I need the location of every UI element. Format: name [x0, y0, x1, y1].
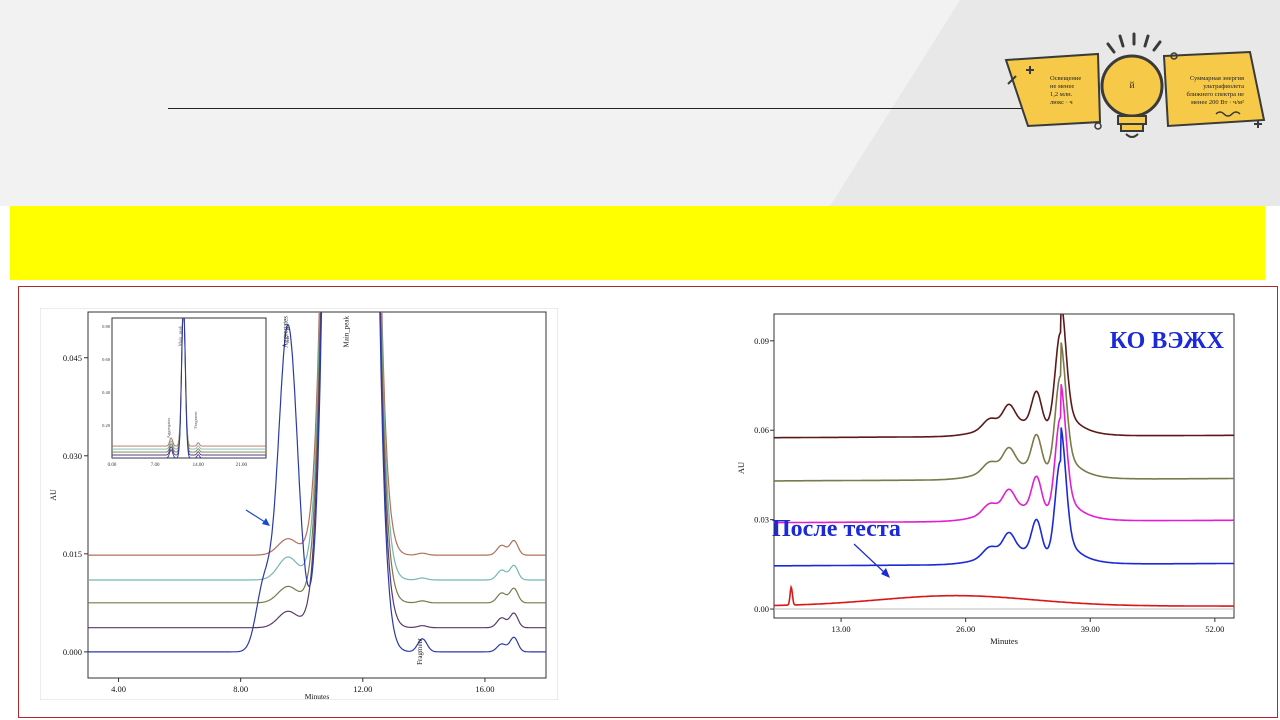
x-tick-label: 16.00 — [475, 684, 494, 694]
x-axis-label: Minutes — [305, 692, 330, 700]
ro-hplc-chromatogram-chart: 0.00 0.03 0.06 0.09 13.00 26.00 39.00 52.00 Minu… — [736, 313, 1235, 646]
y-tick-label: 0.030 — [63, 451, 82, 461]
inset-plot-area — [111, 317, 267, 459]
inset-peak-label: Main_peak — [178, 325, 183, 346]
y-tick-label: 0.00 — [754, 604, 769, 614]
inset-y-tick-label: 0.40 — [102, 390, 111, 395]
inset-peak-label: Fragment — [193, 411, 198, 429]
lightbulb-logo: Освещение не менее 1,2 млн. люкс · ч Сум… — [1004, 32, 1266, 138]
x-tick-label: 12.00 — [353, 684, 372, 694]
x-tick-label: 39.00 — [1081, 624, 1100, 634]
inset-y-tick-label: 0.60 — [102, 357, 111, 362]
peak-label: Main_peak — [343, 316, 351, 348]
logo-left-line-4: люкс · ч — [1050, 99, 1073, 106]
peak-label: Fragment — [416, 638, 424, 665]
header-rule — [168, 108, 1028, 109]
logo-left-line-1: Освещение — [1050, 75, 1081, 82]
y-axis-label: AU — [736, 462, 746, 474]
inset-x-tick-label: 14.00 — [193, 463, 205, 468]
y-tick-label: 0.015 — [63, 549, 82, 559]
logo-left-line-3: 1,2 млн. — [1050, 91, 1073, 98]
inset-y-tick-label: 0.20 — [102, 423, 111, 428]
inset-peak-label: Aggregates — [166, 418, 171, 439]
annotation-label: После теста — [772, 516, 901, 542]
x-tick-label: 8.00 — [233, 684, 248, 694]
chart-title: КО ВЭЖХ — [1110, 328, 1225, 354]
sec-chromatogram-chart: 0.000 0.015 0.030 0.045 4.00 8.00 12.00 16.00 Mi… — [40, 308, 558, 700]
y-tick-label: 0.06 — [754, 425, 769, 435]
x-tick-label: 4.00 — [111, 684, 126, 694]
inset-x-tick-label: 21.00 — [236, 463, 248, 468]
x-tick-label: 13.00 — [832, 624, 851, 634]
y-tick-label: 0.09 — [754, 336, 769, 346]
y-tick-label: 0.000 — [63, 647, 82, 657]
logo-right-line-2: ультрафиолета — [1203, 83, 1244, 90]
x-axis-label: Minutes — [990, 636, 1018, 646]
x-tick-label: 26.00 — [956, 624, 975, 634]
y-tick-label: 0.03 — [754, 515, 769, 525]
logo-left-line-2: не менее — [1050, 83, 1074, 90]
logo-right-line-1: Суммарная энергия — [1190, 75, 1244, 82]
chart-right-plot-area — [773, 313, 1235, 619]
y-axis-label: AU — [49, 489, 58, 501]
inset-x-tick-label: 0.00 — [108, 463, 117, 468]
highlight-banner — [10, 206, 1265, 280]
x-tick-label: 52.00 — [1205, 624, 1224, 634]
inset-y-tick-label: 0.80 — [102, 324, 111, 329]
y-tick-label: 0.045 — [63, 353, 82, 363]
logo-right-line-4: менее 200 Вт · ч/м² — [1191, 99, 1244, 106]
inset-x-tick-label: 7.00 — [151, 463, 160, 468]
logo-center-mark: й — [1130, 80, 1135, 90]
logo-right-line-3: ближнего спектра не — [1187, 91, 1245, 98]
peak-label: Aggregates — [282, 316, 290, 348]
